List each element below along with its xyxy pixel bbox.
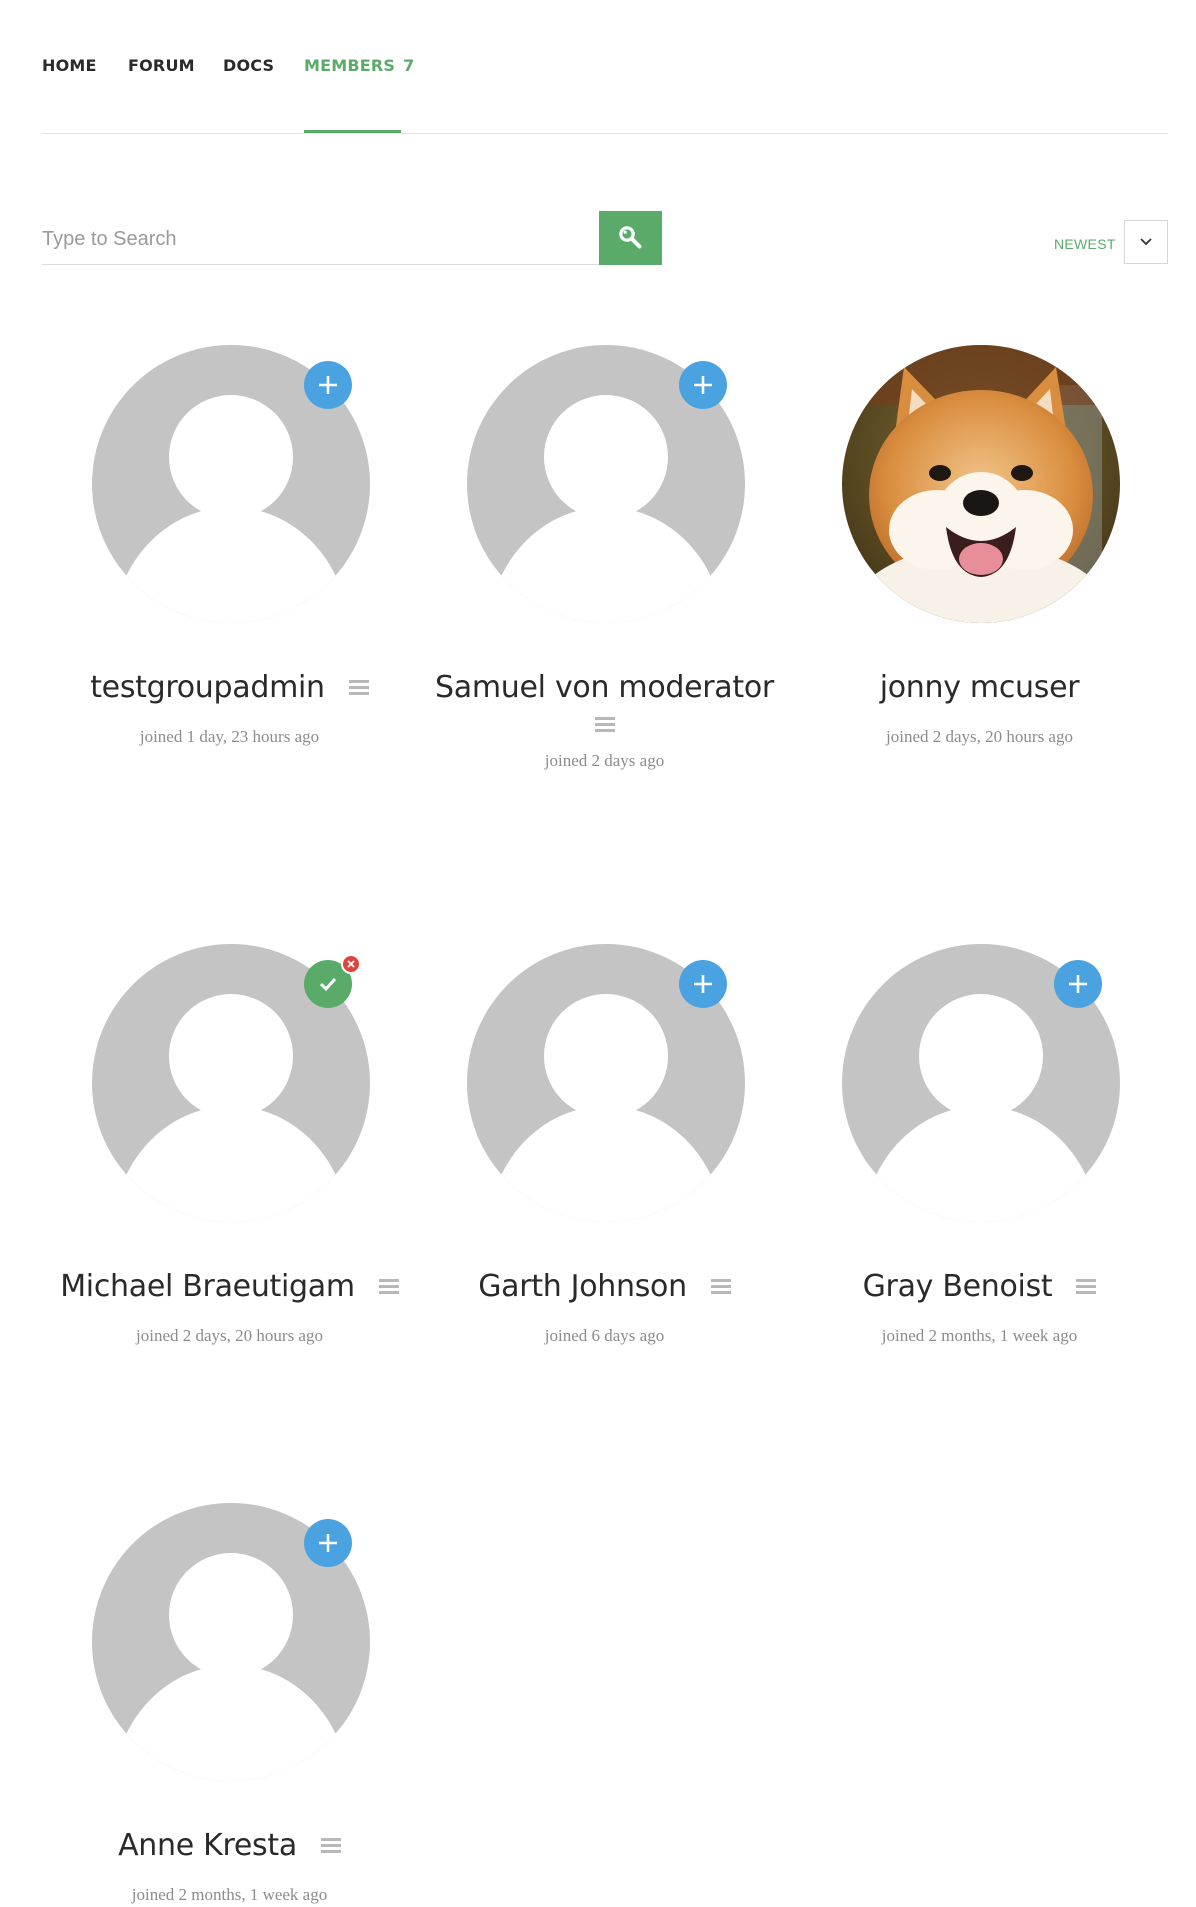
member-name[interactable]: testgroupadmin [90,670,325,705]
avatar-wrap [92,345,370,623]
member-joined: joined 2 days ago [544,751,665,770]
group-nav: HOME FORUM DOCS MEMBERS 7 [42,0,1168,134]
member-search [42,211,662,265]
member-card: Garth Johnson joined 6 days ago [417,944,792,1424]
member-name[interactable]: Gray Benoist [863,1269,1053,1304]
member-info: jonny mcuser joined 2 days, 20 hours ago [792,670,1167,747]
member-card: testgroupadmin joined 1 day, 23 hours ag… [42,345,417,825]
member-info: Michael Braeutigam joined 2 days, 20 hou… [42,1269,417,1346]
member-joined: joined 6 days ago [544,1326,665,1345]
member-info: Samuel von moderator joined 2 days ago [417,670,792,771]
menu-icon[interactable] [1076,1278,1097,1295]
member-info: Garth Johnson joined 6 days ago [417,1269,792,1346]
nav-members-label: MEMBERS [304,56,396,75]
member-name[interactable]: jonny mcuser [880,670,1080,705]
search-input[interactable] [42,211,600,265]
search-button[interactable] [599,211,662,265]
avatar-wrap [92,944,370,1222]
menu-icon[interactable] [348,679,369,696]
add-friend-button[interactable] [679,361,727,409]
add-friend-button[interactable] [679,960,727,1008]
close-icon [347,960,355,968]
member-info: testgroupadmin joined 1 day, 23 hours ag… [42,670,417,747]
avatar-wrap [467,944,745,1222]
add-friend-button[interactable] [1054,960,1102,1008]
avatar-wrap [92,1503,370,1781]
menu-icon[interactable] [320,1837,341,1854]
member-card: Michael Braeutigam joined 2 days, 20 hou… [42,944,417,1424]
plus-icon [694,975,712,993]
shiba-inu-dog-photo[interactable] [842,345,1120,623]
plus-icon [1069,975,1087,993]
add-friend-button[interactable] [304,1519,352,1567]
member-joined: joined 2 days, 20 hours ago [886,727,1073,746]
member-info: Anne Kresta joined 2 months, 1 week ago [42,1828,417,1905]
menu-icon[interactable] [710,1278,731,1295]
sort-label[interactable]: NEWEST [1054,236,1116,252]
nav-members[interactable]: MEMBERS 7 [304,56,415,75]
active-tab-indicator [304,130,401,133]
member-name[interactable]: Samuel von moderator [435,670,774,705]
plus-icon [694,376,712,394]
member-joined: joined 2 months, 1 week ago [881,1326,1078,1345]
member-joined: joined 2 days, 20 hours ago [136,1326,323,1345]
member-card: jonny mcuser joined 2 days, 20 hours ago [792,345,1167,825]
add-friend-button[interactable] [304,361,352,409]
member-name[interactable]: Garth Johnson [478,1269,687,1304]
member-info: Gray Benoist joined 2 months, 1 week ago [792,1269,1167,1346]
nav-forum[interactable]: FORUM [128,56,195,75]
avatar-wrap [842,944,1120,1222]
sort-dropdown-button[interactable] [1124,220,1168,264]
nav-docs[interactable]: DOCS [223,56,274,75]
plus-icon [319,376,337,394]
remove-friend-button[interactable] [341,954,361,974]
search-icon [618,226,641,249]
chevron-down-icon [1140,238,1152,246]
member-card: Samuel von moderator joined 2 days ago [417,345,792,825]
nav-home[interactable]: HOME [42,56,97,75]
member-name[interactable]: Anne Kresta [118,1828,297,1863]
avatar-wrap [842,345,1120,623]
member-card: Gray Benoist joined 2 months, 1 week ago [792,944,1167,1424]
plus-icon [319,1534,337,1552]
members-count: 7 [403,56,415,75]
member-joined: joined 1 day, 23 hours ago [139,727,320,746]
member-card: Anne Kresta joined 2 months, 1 week ago [42,1503,417,1907]
menu-icon[interactable] [378,1278,399,1295]
avatar-wrap [467,345,745,623]
menu-icon[interactable] [594,717,615,733]
member-joined: joined 2 months, 1 week ago [131,1885,328,1904]
member-name[interactable]: Michael Braeutigam [60,1269,355,1304]
check-icon [319,977,337,992]
